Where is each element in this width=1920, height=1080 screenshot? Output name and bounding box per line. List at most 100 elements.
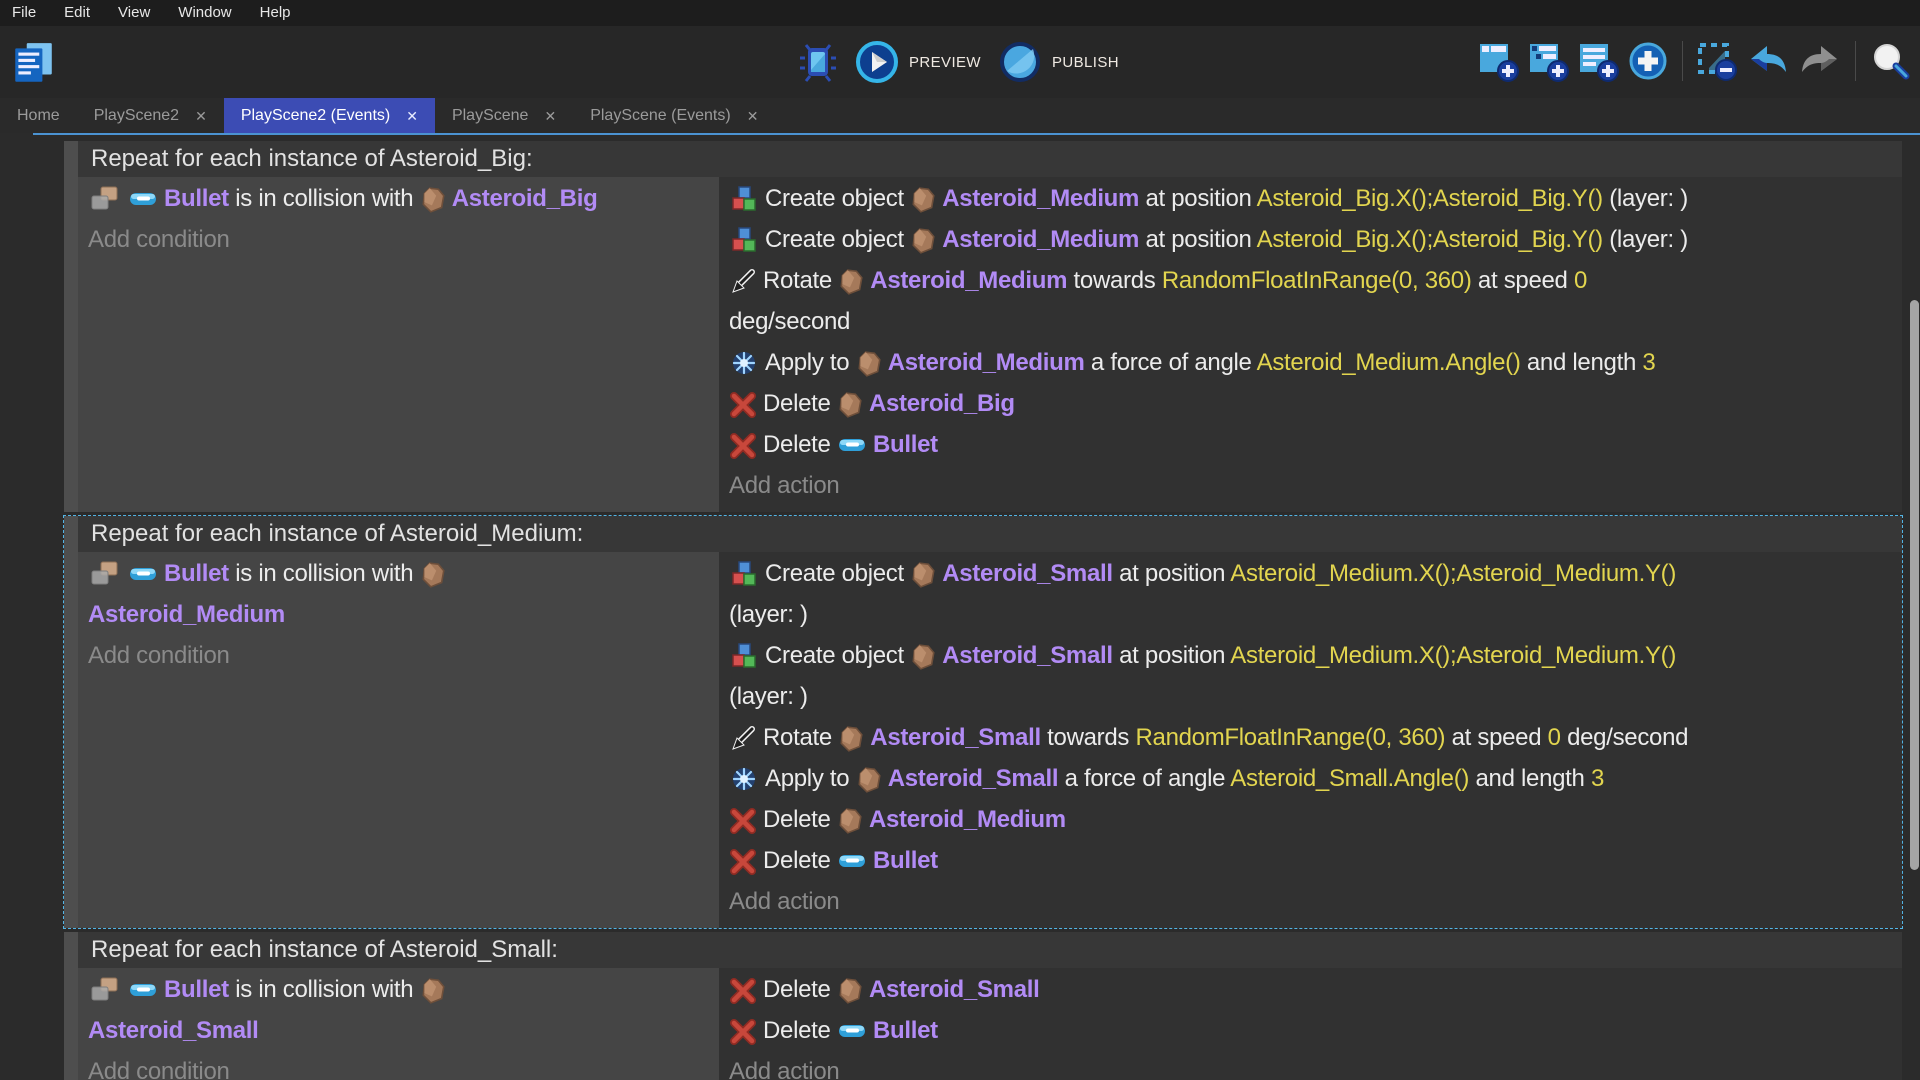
action-row[interactable]: Rotate Asteroid_Medium towards RandomFlo…: [729, 260, 1894, 342]
text-segment: Delete: [763, 847, 837, 874]
toolbar-center: PREVIEW PUBLISH: [798, 39, 1119, 85]
add-condition-button[interactable]: Add condition: [88, 219, 711, 260]
condition-row[interactable]: Bullet is in collision with Asteroid_Sma…: [88, 969, 711, 1051]
add-condition-button[interactable]: Add condition: [88, 1051, 711, 1080]
project-manager-button[interactable]: [10, 39, 56, 87]
text-segment: Asteroid_Big: [869, 390, 1015, 417]
action-row[interactable]: Create object Asteroid_Small at position…: [729, 553, 1894, 635]
text-segment: RandomFloatInRange(0, 360): [1135, 724, 1445, 751]
text-segment: Asteroid_Small.Angle(): [1230, 765, 1469, 792]
add-comment-icon: [1576, 39, 1620, 83]
redo-button[interactable]: [1797, 39, 1843, 83]
event-main: Repeat for each instance of Asteroid_Med…: [78, 516, 1902, 928]
action-row[interactable]: Delete Asteroid_Medium: [729, 799, 1894, 840]
action-row[interactable]: Delete Bullet: [729, 840, 1894, 881]
vertical-scrollbar-thumb[interactable]: [1910, 300, 1919, 870]
actions-panel: Delete Asteroid_SmallDelete BulletAdd ac…: [719, 968, 1902, 1080]
event-block-3: Repeat for each instance of Asteroid_Sma…: [63, 931, 1903, 1080]
create-icon: [729, 184, 759, 214]
add-event-button[interactable]: [1476, 39, 1520, 83]
condition-row[interactable]: Bullet is in collision with Asteroid_Big: [88, 178, 711, 219]
event-header[interactable]: Repeat for each instance of Asteroid_Med…: [78, 516, 1902, 552]
tab-close-icon[interactable]: ✕: [747, 109, 759, 123]
tab-bar: HomePlayScene2✕PlayScene2 (Events)✕PlayS…: [0, 98, 1920, 133]
publish-globe-icon: [997, 39, 1043, 85]
remove-selection-icon: [1695, 39, 1739, 83]
action-row[interactable]: Delete Bullet: [729, 424, 1894, 465]
text-segment: Asteroid_Big: [452, 185, 598, 212]
undo-button[interactable]: [1745, 39, 1791, 83]
asteroid-icon: [838, 725, 864, 753]
conditions-panel: Bullet is in collision with Asteroid_Sma…: [78, 968, 719, 1080]
menu-item-view[interactable]: View: [118, 0, 150, 26]
menu-item-window[interactable]: Window: [178, 0, 231, 26]
add-subevent-button[interactable]: [1526, 39, 1570, 83]
tab-close-icon[interactable]: ✕: [195, 109, 207, 123]
tab-playscene2-events[interactable]: PlayScene2 (Events)✕: [224, 98, 435, 133]
add-circle-button[interactable]: [1626, 39, 1670, 83]
add-condition-button[interactable]: Add condition: [88, 635, 711, 676]
add-action-button[interactable]: Add action: [729, 881, 1894, 922]
action-row[interactable]: Delete Asteroid_Big: [729, 383, 1894, 424]
collision-icon: [88, 975, 122, 1005]
preview-button[interactable]: PREVIEW: [854, 39, 981, 85]
publish-label: PUBLISH: [1052, 54, 1119, 71]
create-icon: [729, 225, 759, 255]
event-block-2: Repeat for each instance of Asteroid_Med…: [63, 515, 1903, 929]
action-row[interactable]: Apply to Asteroid_Small a force of angle…: [729, 758, 1894, 799]
event-drag-handle[interactable]: [64, 516, 78, 928]
event-header[interactable]: Repeat for each instance of Asteroid_Sma…: [78, 932, 1902, 968]
search-button[interactable]: [1868, 39, 1912, 83]
action-row[interactable]: Delete Bullet: [729, 1010, 1894, 1051]
tab-playscene-events[interactable]: PlayScene (Events)✕: [573, 98, 775, 133]
event-header[interactable]: Repeat for each instance of Asteroid_Big…: [78, 141, 1902, 177]
add-action-button[interactable]: Add action: [729, 1051, 1894, 1080]
add-action-button[interactable]: Add action: [729, 465, 1894, 506]
event-drag-handle[interactable]: [64, 141, 78, 512]
debugger-button[interactable]: [798, 40, 838, 84]
delete-icon: [729, 807, 757, 835]
asteroid-icon: [420, 186, 446, 214]
menu-item-edit[interactable]: Edit: [64, 0, 90, 26]
event-block-1: Repeat for each instance of Asteroid_Big…: [63, 140, 1903, 513]
tab-home[interactable]: Home: [0, 98, 77, 133]
tab-close-icon[interactable]: ✕: [544, 109, 556, 123]
action-row[interactable]: Rotate Asteroid_Small towards RandomFloa…: [729, 717, 1894, 758]
add-comment-button[interactable]: [1576, 39, 1620, 83]
action-row[interactable]: Create object Asteroid_Small at position…: [729, 635, 1894, 717]
condition-row[interactable]: Bullet is in collision with Asteroid_Med…: [88, 553, 711, 635]
remove-selection-button[interactable]: [1695, 39, 1739, 83]
tab-close-icon[interactable]: ✕: [406, 109, 418, 123]
tab-playscene2[interactable]: PlayScene2✕: [77, 98, 224, 133]
event-drag-handle[interactable]: [64, 932, 78, 1080]
actions-panel: Create object Asteroid_Small at position…: [719, 552, 1902, 928]
menu-item-file[interactable]: File: [12, 0, 36, 26]
text-segment: 3: [1642, 349, 1655, 376]
asteroid-icon: [837, 391, 863, 419]
event-main: Repeat for each instance of Asteroid_Big…: [78, 141, 1902, 512]
action-row[interactable]: Create object Asteroid_Medium at positio…: [729, 178, 1894, 219]
text-segment: Asteroid_Medium.Angle(): [1257, 349, 1521, 376]
tab-playscene[interactable]: PlayScene✕: [435, 98, 573, 133]
delete-icon: [729, 432, 757, 460]
text-segment: Asteroid_Small: [869, 976, 1040, 1003]
text-segment: Asteroid_Medium: [942, 185, 1139, 212]
publish-button[interactable]: PUBLISH: [997, 39, 1119, 85]
menu-bar: File Edit View Window Help: [0, 0, 1920, 26]
text-segment: at position: [1113, 560, 1231, 587]
action-row[interactable]: Create object Asteroid_Medium at positio…: [729, 219, 1894, 260]
force-icon: [729, 348, 759, 378]
bullet-icon: [128, 559, 158, 589]
action-row[interactable]: Delete Asteroid_Small: [729, 969, 1894, 1010]
asteroid-icon: [420, 561, 446, 589]
redo-icon: [1797, 39, 1843, 83]
text-segment: Create object: [765, 226, 910, 253]
asteroid-icon: [910, 643, 936, 671]
asteroid-icon: [838, 268, 864, 296]
delete-icon: [729, 391, 757, 419]
menu-item-help[interactable]: Help: [260, 0, 291, 26]
action-row[interactable]: Apply to Asteroid_Medium a force of angl…: [729, 342, 1894, 383]
text-segment: Delete: [763, 976, 837, 1003]
bullet-icon: [837, 1016, 867, 1046]
text-segment: towards: [1067, 267, 1162, 294]
